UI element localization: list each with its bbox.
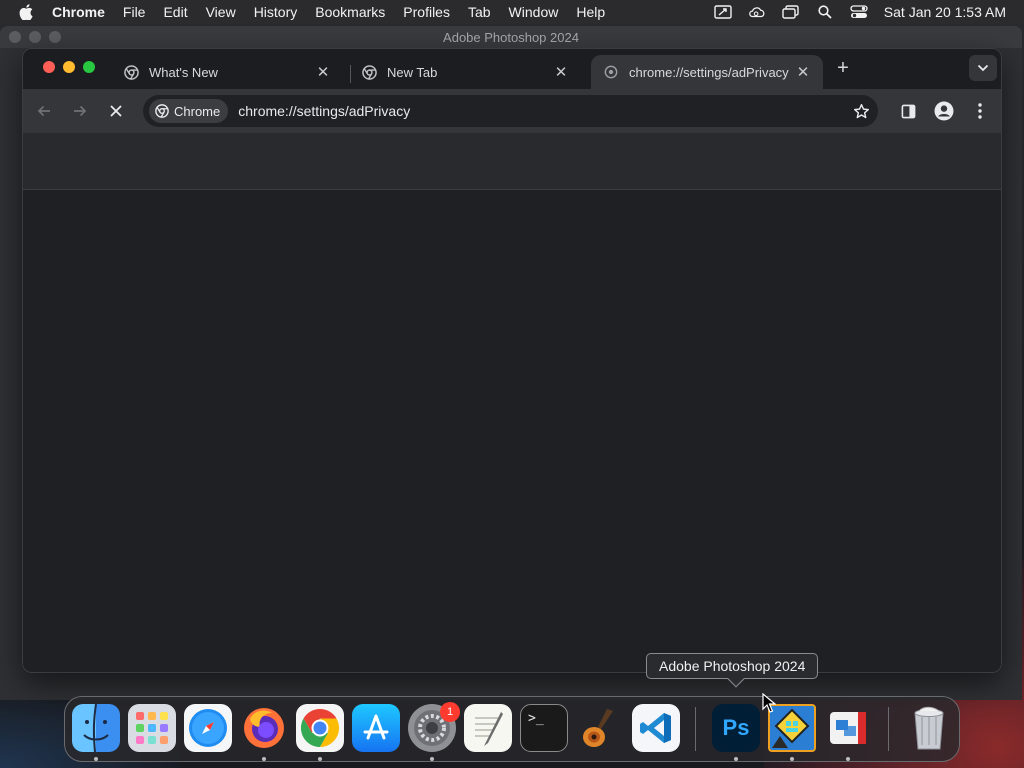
launchpad-icon[interactable] — [128, 704, 176, 752]
browser-toolbar: Chrome chrome://settings/adPrivacy — [23, 89, 1001, 133]
running-indicator — [790, 757, 794, 761]
garageband-icon[interactable] — [576, 704, 624, 752]
side-panel-icon — [901, 104, 915, 118]
tab-title: New Tab — [387, 64, 438, 80]
running-indicator — [318, 757, 322, 761]
tab-whats-new[interactable]: What's New ✕ — [111, 55, 343, 89]
chrome-window[interactable]: What's New ✕ New Tab ✕ chrome://settings… — [22, 48, 1002, 673]
menu-bar: Chrome File Edit View History Bookmarks … — [0, 0, 1024, 24]
forward-button[interactable] — [68, 99, 92, 123]
app-store-icon[interactable] — [352, 704, 400, 752]
minimize-window-button[interactable] — [63, 61, 75, 73]
chrome-menu-button[interactable] — [968, 99, 992, 123]
tab-strip: What's New ✕ New Tab ✕ chrome://settings… — [23, 49, 1001, 89]
photoshop-window-title: Adobe Photoshop 2024 — [443, 29, 579, 45]
firefox-icon[interactable] — [240, 704, 288, 752]
control-center-icon[interactable] — [850, 5, 868, 19]
tab-close-icon[interactable]: ✕ — [553, 63, 569, 81]
profile-avatar-icon — [934, 101, 954, 121]
menu-file[interactable]: File — [114, 4, 155, 20]
mouse-cursor-icon — [762, 692, 777, 718]
chrome-site-chip[interactable]: Chrome — [149, 99, 229, 123]
menu-history[interactable]: History — [245, 4, 307, 20]
close-window-button[interactable] — [43, 61, 55, 73]
tab-close-icon[interactable]: ✕ — [315, 63, 331, 81]
menu-bookmarks[interactable]: Bookmarks — [306, 4, 394, 20]
photoshop-icon[interactable]: Ps — [712, 704, 760, 752]
creative-cloud-icon[interactable] — [748, 5, 766, 19]
bookmark-star-icon[interactable] — [852, 102, 870, 120]
menu-app-name[interactable]: Chrome — [52, 4, 114, 20]
dock-separator — [695, 707, 696, 751]
finder-icon[interactable] — [72, 704, 120, 752]
dock-tooltip: Adobe Photoshop 2024 — [646, 653, 819, 688]
running-indicator — [734, 757, 738, 761]
kebab-menu-icon — [978, 103, 982, 119]
tab-search-button[interactable] — [969, 55, 997, 81]
site-chip-label: Chrome — [174, 103, 221, 119]
dock: 1 >_ Ps — [64, 696, 960, 762]
tab-title: chrome://settings/adPrivacy — [629, 64, 789, 80]
notification-badge: 1 — [440, 702, 460, 722]
settings-page-header — [23, 133, 1001, 190]
stop-loading-button[interactable] — [104, 99, 128, 123]
profile-button[interactable] — [932, 99, 956, 123]
trash-icon[interactable] — [905, 704, 953, 752]
vscode-icon[interactable] — [632, 704, 680, 752]
running-indicator — [262, 757, 266, 761]
new-tab-button[interactable]: + — [833, 58, 853, 79]
running-indicator — [430, 757, 434, 761]
menu-profiles[interactable]: Profiles — [394, 4, 459, 20]
running-indicator — [94, 757, 98, 761]
address-bar[interactable]: Chrome chrome://settings/adPrivacy — [143, 95, 878, 127]
arrow-left-icon — [37, 105, 50, 117]
close-icon — [110, 105, 122, 117]
side-panel-button[interactable] — [896, 99, 920, 123]
zoom-window-button[interactable] — [83, 61, 95, 73]
menu-tab[interactable]: Tab — [459, 4, 500, 20]
chrome-icon — [155, 104, 169, 118]
back-button[interactable] — [32, 99, 56, 123]
photoshop-icon-label: Ps — [722, 715, 750, 740]
tab-new-tab[interactable]: New Tab ✕ — [349, 55, 581, 89]
chrome-icon[interactable] — [296, 704, 344, 752]
url-text[interactable]: chrome://settings/adPrivacy — [238, 103, 410, 119]
menu-view[interactable]: View — [197, 4, 245, 20]
menu-edit[interactable]: Edit — [154, 4, 196, 20]
window-icon[interactable] — [782, 5, 800, 19]
search-icon[interactable] — [816, 5, 834, 19]
settings-page-content — [23, 190, 1001, 672]
parallels-icon[interactable] — [824, 704, 872, 752]
running-indicator — [846, 757, 850, 761]
tab-close-icon[interactable]: ✕ — [795, 63, 811, 81]
photoshop-titlebar[interactable]: Adobe Photoshop 2024 — [0, 26, 1022, 48]
chevron-down-icon — [977, 64, 989, 72]
tab-title: What's New — [149, 64, 218, 80]
tab-settings-ad-privacy[interactable]: chrome://settings/adPrivacy ✕ — [591, 55, 823, 89]
menu-help[interactable]: Help — [567, 4, 614, 20]
textedit-icon[interactable] — [464, 704, 512, 752]
dock-tooltip-text: Adobe Photoshop 2024 — [659, 658, 806, 674]
dock-separator — [888, 707, 889, 751]
settings-icon — [603, 64, 619, 80]
chrome-icon — [123, 64, 139, 80]
terminal-icon[interactable]: >_ — [520, 704, 568, 752]
terminal-prompt-text: >_ — [528, 711, 544, 726]
safari-icon[interactable] — [184, 704, 232, 752]
arrow-right-icon — [74, 105, 87, 117]
menubar-clock[interactable]: Sat Jan 20 1:53 AM — [884, 4, 1006, 20]
display-icon[interactable] — [714, 5, 732, 19]
apple-menu-icon[interactable] — [0, 4, 52, 20]
menu-window[interactable]: Window — [500, 4, 568, 20]
chrome-icon — [361, 64, 377, 80]
